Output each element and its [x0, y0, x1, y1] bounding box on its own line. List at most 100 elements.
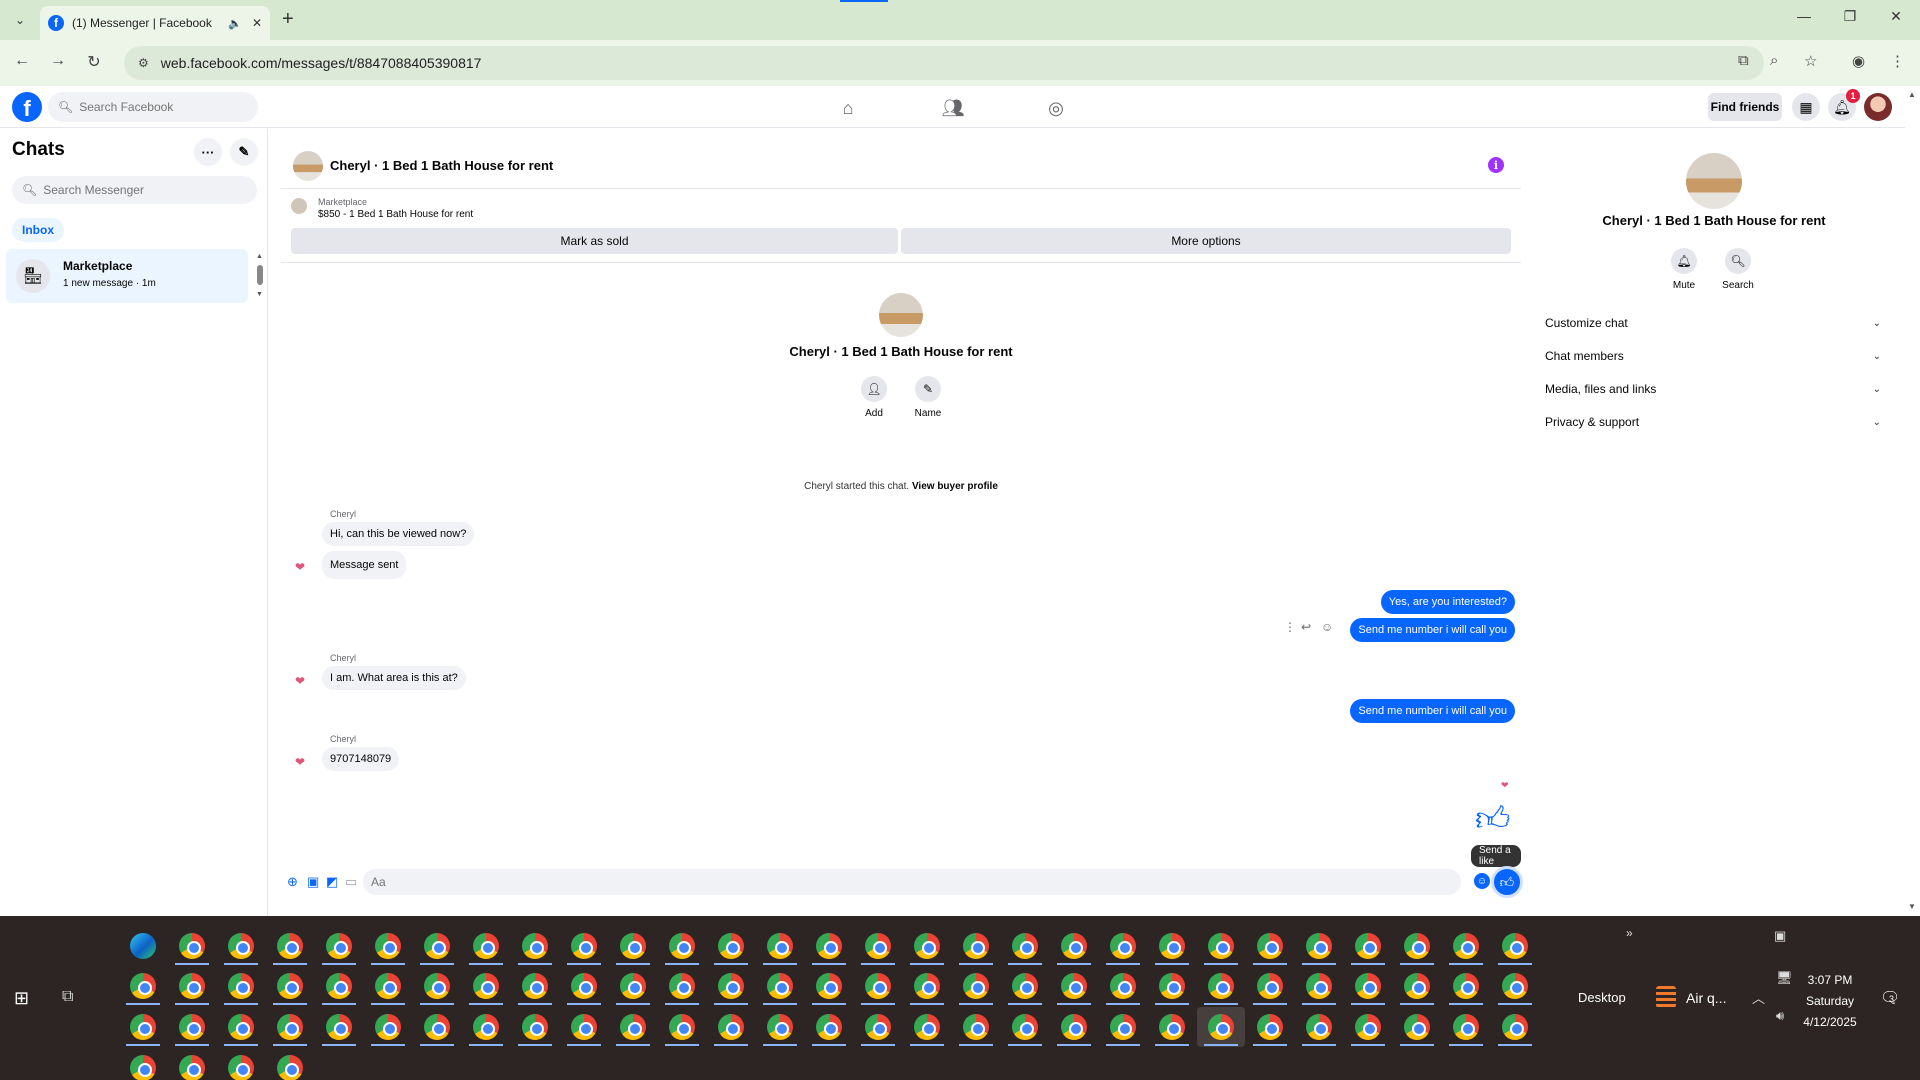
chrome-browser-icon[interactable]	[228, 1014, 254, 1040]
account-avatar[interactable]	[1864, 93, 1892, 121]
chrome-browser-icon[interactable]	[424, 933, 450, 959]
sticker-icon[interactable]: ◩	[326, 874, 338, 890]
incoming-message[interactable]: Message sent	[322, 551, 407, 579]
chrome-browser-icon[interactable]	[816, 973, 842, 999]
add-action[interactable]: 👤︎ Add	[844, 376, 904, 419]
chrome-browser-icon[interactable]	[816, 1014, 842, 1040]
menu-grid-icon[interactable]: ▦	[1792, 93, 1820, 121]
bell-icon[interactable]: 🔔︎	[1671, 248, 1697, 274]
speaker-icon[interactable]: 🔈	[228, 17, 242, 30]
pencil-icon[interactable]: ✎	[915, 376, 941, 402]
browser-menu-icon[interactable]: ⋮	[1890, 52, 1905, 70]
chrome-browser-icon[interactable]	[130, 973, 156, 999]
chrome-browser-icon[interactable]	[718, 933, 744, 959]
inbox-filter-tab[interactable]: Inbox	[12, 218, 64, 242]
chrome-browser-icon[interactable]	[522, 933, 548, 959]
weather-widget[interactable]: Air q...	[1686, 990, 1726, 1006]
listing-price-title[interactable]: $850 - 1 Bed 1 Bath House for rent	[318, 209, 473, 220]
messenger-search-input[interactable]	[43, 183, 194, 197]
chrome-browser-icon[interactable]	[522, 1014, 548, 1040]
chrome-browser-icon[interactable]	[1061, 1014, 1087, 1040]
incoming-message[interactable]: I am. What area is this at?	[322, 666, 466, 690]
chrome-browser-icon[interactable]	[228, 1055, 254, 1080]
chrome-browser-icon[interactable]	[914, 933, 940, 959]
conversation-title[interactable]: Cheryl · 1 Bed 1 Bath House for rent	[330, 158, 553, 173]
close-window-icon[interactable]: ✕	[1884, 8, 1908, 25]
zoom-icon[interactable]: ⌕	[1770, 52, 1778, 69]
chrome-browser-icon[interactable]	[1502, 973, 1528, 999]
screen-capture-icon[interactable]: ▣	[1774, 928, 1786, 944]
chrome-browser-icon[interactable]	[424, 1014, 450, 1040]
chrome-browser-icon[interactable]	[277, 1055, 303, 1080]
chrome-browser-icon[interactable]	[375, 1014, 401, 1040]
emoji-icon[interactable]: ☺	[1474, 873, 1490, 889]
find-friends-button[interactable]: Find friends	[1708, 93, 1782, 121]
chrome-browser-icon[interactable]	[1453, 933, 1479, 959]
site-info-icon[interactable]: ⚙	[138, 56, 149, 70]
more-options-icon[interactable]: ···	[194, 138, 222, 166]
task-view-icon[interactable]: ⧉	[62, 988, 73, 1006]
chrome-browser-icon[interactable]	[326, 973, 352, 999]
chrome-browser-icon[interactable]	[179, 1014, 205, 1040]
chrome-browser-icon[interactable]	[963, 1014, 989, 1040]
chrome-browser-icon[interactable]	[1208, 973, 1234, 999]
incoming-message[interactable]: 9707148079	[322, 747, 400, 771]
chrome-browser-icon[interactable]	[1404, 973, 1430, 999]
notifications-bell[interactable]: 🔔︎ 1	[1828, 89, 1860, 121]
chrome-browser-icon[interactable]	[130, 1014, 156, 1040]
chrome-browser-icon[interactable]	[277, 973, 303, 999]
chrome-browser-icon[interactable]	[424, 973, 450, 999]
chrome-browser-icon[interactable]	[1110, 973, 1136, 999]
incoming-message[interactable]: Hi, can this be viewed now?	[322, 522, 475, 546]
privacy-support-section[interactable]: Privacy & support ⌄	[1545, 410, 1881, 434]
chrome-browser-icon[interactable]	[473, 933, 499, 959]
chrome-browser-icon[interactable]	[179, 973, 205, 999]
desktop-toolbar[interactable]: Desktop	[1578, 990, 1626, 1005]
react-emoji-icon[interactable]: ☺	[1321, 620, 1333, 634]
photo-icon[interactable]: ▣	[307, 874, 319, 890]
chrome-browser-icon[interactable]	[1355, 973, 1381, 999]
outgoing-message[interactable]: Send me number i will call you	[1350, 618, 1515, 642]
browser-tab[interactable]: f (1) Messenger | Facebook 🔈 ✕	[40, 6, 270, 40]
view-buyer-profile-link[interactable]: View buyer profile	[912, 481, 998, 492]
scroll-down-icon[interactable]: ▼	[256, 291, 263, 298]
chrome-browser-icon[interactable]	[1257, 973, 1283, 999]
install-app-icon[interactable]: ⧉	[1738, 52, 1749, 69]
gif-icon[interactable]: ▭	[345, 874, 357, 890]
chrome-browser-icon[interactable]	[963, 973, 989, 999]
page-scrollbar[interactable]: ▲ ▼	[1905, 86, 1920, 916]
chrome-browser-icon[interactable]	[718, 1014, 744, 1040]
chrome-browser-icon[interactable]	[914, 1014, 940, 1040]
chat-members-section[interactable]: Chat members ⌄	[1545, 344, 1881, 368]
chrome-browser-icon[interactable]	[1012, 973, 1038, 999]
show-hidden-icons-chevron-icon[interactable]: ︿	[1752, 988, 1765, 1007]
chrome-browser-icon[interactable]	[326, 933, 352, 959]
scroll-thumb[interactable]	[257, 265, 263, 285]
chrome-browser-icon[interactable]	[1453, 1014, 1479, 1040]
edge-browser-icon[interactable]	[130, 933, 156, 959]
reload-icon[interactable]: ↻	[82, 52, 106, 72]
chrome-browser-icon[interactable]	[1012, 1014, 1038, 1040]
chrome-browser-icon[interactable]	[669, 933, 695, 959]
chrome-browser-icon[interactable]	[375, 933, 401, 959]
more-options-button[interactable]: More options	[901, 228, 1511, 254]
listing-photo[interactable]	[293, 151, 323, 181]
chrome-browser-icon[interactable]	[816, 933, 842, 959]
customize-chat-section[interactable]: Customize chat ⌄	[1545, 311, 1881, 335]
chrome-browser-icon[interactable]	[1012, 933, 1038, 959]
chrome-browser-icon[interactable]	[1355, 933, 1381, 959]
chrome-browser-icon[interactable]	[1355, 1014, 1381, 1040]
reply-icon[interactable]: ↩	[1301, 620, 1311, 634]
info-icon[interactable]: i	[1488, 157, 1504, 173]
facebook-logo-icon[interactable]: f	[12, 92, 42, 122]
mute-action[interactable]: 🔔︎ Mute	[1654, 248, 1714, 291]
page-scroll-up-icon[interactable]: ▲	[1908, 90, 1916, 99]
chrome-browser-icon[interactable]	[1306, 973, 1332, 999]
chrome-browser-icon[interactable]	[1159, 973, 1185, 999]
chrome-browser-icon[interactable]	[1257, 933, 1283, 959]
facebook-search-input[interactable]	[79, 100, 230, 114]
chrome-browser-icon[interactable]	[1404, 1014, 1430, 1040]
chrome-browser-icon[interactable]	[571, 973, 597, 999]
chrome-browser-icon[interactable]	[669, 1014, 695, 1040]
chrome-browser-icon[interactable]	[1502, 933, 1528, 959]
